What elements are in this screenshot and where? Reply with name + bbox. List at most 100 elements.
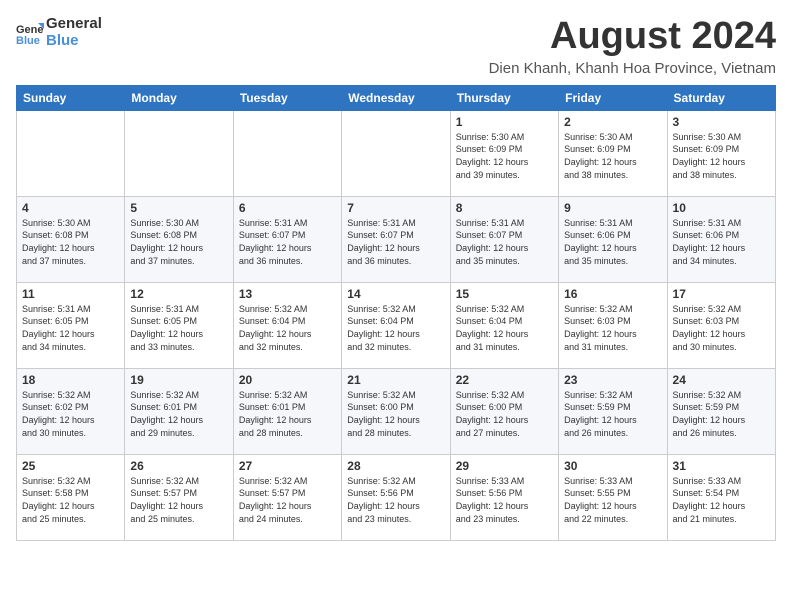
calendar-day-cell: 28 Sunrise: 5:32 AM Sunset: 5:56 PM Dayli… (342, 454, 450, 540)
calendar-day-cell: 16Sunrise: 5:32 AM Sunset: 6:03 PM Dayli… (559, 282, 667, 368)
calendar-day-cell: 8 Sunrise: 5:31 AM Sunset: 6:07 PM Daylig… (450, 196, 558, 282)
calendar-day-cell: 24Sunrise: 5:32 AM Sunset: 5:59 PM Dayli… (667, 368, 775, 454)
day-number: 1 (456, 115, 553, 129)
calendar-day-cell: 12 Sunrise: 5:31 AM Sunset: 6:05 PM Dayli… (125, 282, 233, 368)
calendar-day-cell: 18 Sunrise: 5:32 AM Sunset: 6:02 PM Dayli… (17, 368, 125, 454)
calendar-day-cell: 19 Sunrise: 5:32 AM Sunset: 6:01 PM Dayli… (125, 368, 233, 454)
day-number: 13 (239, 287, 336, 301)
day-info: Sunrise: 5:32 AM Sunset: 5:59 PM Dayligh… (564, 389, 661, 439)
day-info: Sunrise: 5:32 AM Sunset: 5:57 PM Dayligh… (130, 475, 227, 525)
day-info: Sunrise: 5:32 AM Sunset: 5:57 PM Dayligh… (239, 475, 336, 525)
day-info: Sunrise: 5:31 AM Sunset: 6:06 PM Dayligh… (673, 217, 770, 267)
calendar-day-cell: 6 Sunrise: 5:31 AM Sunset: 6:07 PM Daylig… (233, 196, 341, 282)
calendar-day-cell: 20 Sunrise: 5:32 AM Sunset: 6:01 PM Dayli… (233, 368, 341, 454)
calendar-day-cell: 1 Sunrise: 5:30 AM Sunset: 6:09 PM Daylig… (450, 110, 558, 196)
day-info: Sunrise: 5:32 AM Sunset: 6:03 PM Dayligh… (564, 303, 661, 353)
calendar-table: SundayMondayTuesdayWednesdayThursdayFrid… (16, 85, 776, 541)
calendar-day-cell: 13 Sunrise: 5:32 AM Sunset: 6:04 PM Dayli… (233, 282, 341, 368)
calendar-week-row: 1 Sunrise: 5:30 AM Sunset: 6:09 PM Daylig… (17, 110, 776, 196)
day-number: 21 (347, 373, 444, 387)
day-info: Sunrise: 5:32 AM Sunset: 6:01 PM Dayligh… (130, 389, 227, 439)
calendar-day-cell (17, 110, 125, 196)
calendar-day-cell: 10 Sunrise: 5:31 AM Sunset: 6:06 PM Dayli… (667, 196, 775, 282)
day-info: Sunrise: 5:31 AM Sunset: 6:07 PM Dayligh… (456, 217, 553, 267)
logo-icon: General Blue (16, 19, 44, 47)
weekday-header: Monday (125, 85, 233, 110)
calendar-day-cell: 3Sunrise: 5:30 AM Sunset: 6:09 PM Daylig… (667, 110, 775, 196)
day-info: Sunrise: 5:33 AM Sunset: 5:56 PM Dayligh… (456, 475, 553, 525)
day-info: Sunrise: 5:31 AM Sunset: 6:05 PM Dayligh… (130, 303, 227, 353)
day-info: Sunrise: 5:31 AM Sunset: 6:07 PM Dayligh… (239, 217, 336, 267)
calendar-day-cell: 27 Sunrise: 5:32 AM Sunset: 5:57 PM Dayli… (233, 454, 341, 540)
day-number: 12 (130, 287, 227, 301)
day-info: Sunrise: 5:33 AM Sunset: 5:55 PM Dayligh… (564, 475, 661, 525)
calendar-day-cell: 9 Sunrise: 5:31 AM Sunset: 6:06 PM Daylig… (559, 196, 667, 282)
day-number: 17 (673, 287, 770, 301)
calendar-day-cell: 26 Sunrise: 5:32 AM Sunset: 5:57 PM Dayli… (125, 454, 233, 540)
day-info: Sunrise: 5:32 AM Sunset: 6:01 PM Dayligh… (239, 389, 336, 439)
calendar-day-cell (342, 110, 450, 196)
day-number: 3 (673, 115, 770, 129)
day-info: Sunrise: 5:32 AM Sunset: 6:00 PM Dayligh… (347, 389, 444, 439)
day-number: 27 (239, 459, 336, 473)
logo: General Blue General Blue (16, 16, 102, 49)
day-number: 31 (673, 459, 770, 473)
calendar-day-cell: 21 Sunrise: 5:32 AM Sunset: 6:00 PM Dayli… (342, 368, 450, 454)
calendar-day-cell: 31Sunrise: 5:33 AM Sunset: 5:54 PM Dayli… (667, 454, 775, 540)
calendar-day-cell: 11Sunrise: 5:31 AM Sunset: 6:05 PM Dayli… (17, 282, 125, 368)
calendar-day-cell: 17 Sunrise: 5:32 AM Sunset: 6:03 PM Dayli… (667, 282, 775, 368)
day-number: 4 (22, 201, 119, 215)
calendar-day-cell: 23 Sunrise: 5:32 AM Sunset: 5:59 PM Dayli… (559, 368, 667, 454)
day-info: Sunrise: 5:32 AM Sunset: 6:04 PM Dayligh… (239, 303, 336, 353)
day-info: Sunrise: 5:31 AM Sunset: 6:06 PM Dayligh… (564, 217, 661, 267)
title-section: August 2024 Dien Khanh, Khanh Hoa Provin… (489, 16, 776, 77)
logo-general-text: General (46, 16, 102, 33)
day-number: 20 (239, 373, 336, 387)
calendar-day-cell: 30Sunrise: 5:33 AM Sunset: 5:55 PM Dayli… (559, 454, 667, 540)
day-number: 26 (130, 459, 227, 473)
day-number: 19 (130, 373, 227, 387)
header-row: SundayMondayTuesdayWednesdayThursdayFrid… (17, 85, 776, 110)
day-number: 2 (564, 115, 661, 129)
calendar-day-cell: 25 Sunrise: 5:32 AM Sunset: 5:58 PM Dayli… (17, 454, 125, 540)
calendar-day-cell (125, 110, 233, 196)
day-info: Sunrise: 5:32 AM Sunset: 5:58 PM Dayligh… (22, 475, 119, 525)
day-number: 9 (564, 201, 661, 215)
calendar-week-row: 11Sunrise: 5:31 AM Sunset: 6:05 PM Dayli… (17, 282, 776, 368)
day-number: 6 (239, 201, 336, 215)
day-info: Sunrise: 5:31 AM Sunset: 6:07 PM Dayligh… (347, 217, 444, 267)
day-info: Sunrise: 5:30 AM Sunset: 6:08 PM Dayligh… (22, 217, 119, 267)
day-number: 23 (564, 373, 661, 387)
day-info: Sunrise: 5:32 AM Sunset: 6:04 PM Dayligh… (347, 303, 444, 353)
calendar-week-row: 18 Sunrise: 5:32 AM Sunset: 6:02 PM Dayli… (17, 368, 776, 454)
calendar-header: SundayMondayTuesdayWednesdayThursdayFrid… (17, 85, 776, 110)
day-number: 25 (22, 459, 119, 473)
day-number: 29 (456, 459, 553, 473)
calendar-day-cell: 22Sunrise: 5:32 AM Sunset: 6:00 PM Dayli… (450, 368, 558, 454)
day-info: Sunrise: 5:32 AM Sunset: 6:04 PM Dayligh… (456, 303, 553, 353)
day-info: Sunrise: 5:32 AM Sunset: 6:02 PM Dayligh… (22, 389, 119, 439)
day-info: Sunrise: 5:32 AM Sunset: 6:03 PM Dayligh… (673, 303, 770, 353)
day-number: 28 (347, 459, 444, 473)
day-number: 10 (673, 201, 770, 215)
day-number: 8 (456, 201, 553, 215)
calendar-day-cell: 29 Sunrise: 5:33 AM Sunset: 5:56 PM Dayli… (450, 454, 558, 540)
calendar-week-row: 25 Sunrise: 5:32 AM Sunset: 5:58 PM Dayli… (17, 454, 776, 540)
day-info: Sunrise: 5:32 AM Sunset: 5:56 PM Dayligh… (347, 475, 444, 525)
day-info: Sunrise: 5:31 AM Sunset: 6:05 PM Dayligh… (22, 303, 119, 353)
calendar-week-row: 4 Sunrise: 5:30 AM Sunset: 6:08 PM Daylig… (17, 196, 776, 282)
calendar-day-cell: 7Sunrise: 5:31 AM Sunset: 6:07 PM Daylig… (342, 196, 450, 282)
calendar-day-cell: 2Sunrise: 5:30 AM Sunset: 6:09 PM Daylig… (559, 110, 667, 196)
calendar-day-cell (233, 110, 341, 196)
day-info: Sunrise: 5:32 AM Sunset: 6:00 PM Dayligh… (456, 389, 553, 439)
calendar-subtitle: Dien Khanh, Khanh Hoa Province, Vietnam (489, 60, 776, 77)
day-number: 18 (22, 373, 119, 387)
logo-blue-text: Blue (46, 33, 102, 50)
calendar-day-cell: 5Sunrise: 5:30 AM Sunset: 6:08 PM Daylig… (125, 196, 233, 282)
weekday-header: Wednesday (342, 85, 450, 110)
weekday-header: Thursday (450, 85, 558, 110)
calendar-day-cell: 4 Sunrise: 5:30 AM Sunset: 6:08 PM Daylig… (17, 196, 125, 282)
day-number: 15 (456, 287, 553, 301)
day-info: Sunrise: 5:30 AM Sunset: 6:09 PM Dayligh… (456, 131, 553, 181)
weekday-header: Tuesday (233, 85, 341, 110)
